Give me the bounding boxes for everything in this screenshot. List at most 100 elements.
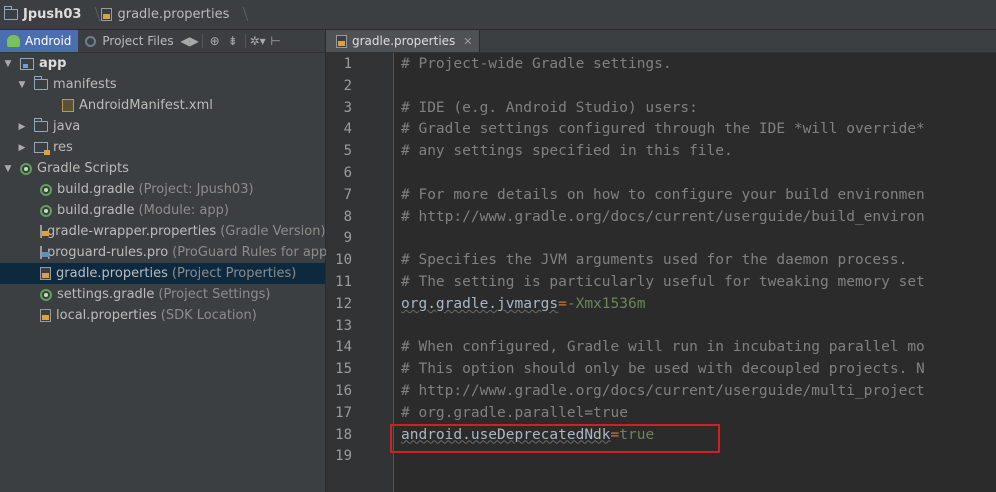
tree-item-label: Gradle Scripts [37, 161, 129, 176]
tree-item-hint: (Module: app) [138, 203, 229, 218]
folder-icon [34, 76, 48, 90]
line-number: 4 [343, 121, 352, 138]
expand-arrow-icon[interactable]: ▼ [2, 53, 14, 74]
code-line[interactable]: # any settings specified in this file. [401, 140, 733, 162]
project-panel: Android Project Files ◀▶ ⊕ ⇟ ✲▾ ⊢ ▼ app ▼ m… [0, 30, 332, 492]
line-number: 14 [335, 339, 352, 356]
line-number: 1 [343, 56, 352, 72]
tree-item-label: gradle-wrapper.properties [47, 224, 217, 239]
code-line[interactable]: # Gradle settings configured through the… [401, 118, 925, 140]
property-operator: = [610, 426, 620, 443]
tree-item[interactable]: settings.gradle (Project Settings) [0, 284, 325, 305]
breadcrumb-project[interactable]: Jpush03 [0, 0, 87, 30]
pin-icon[interactable]: ⊢ [267, 32, 285, 50]
tree-item-label: build.gradle [57, 182, 135, 197]
code-line[interactable]: # http://www.gradle.org/docs/current/use… [401, 206, 925, 228]
code-line[interactable]: # IDE (e.g. Android Studio) users: [401, 97, 698, 119]
line-number: 6 [343, 165, 352, 181]
code-line[interactable]: # Specifies the JVM arguments used for t… [401, 249, 907, 271]
tree-item-hint: (Project: Jpush03) [138, 182, 254, 197]
collapse-all-icon[interactable]: ⇟ [224, 32, 242, 50]
code-line[interactable]: # For more details on how to configure y… [401, 184, 925, 206]
tree-item-label: local.properties [56, 308, 157, 323]
code-line[interactable]: org.gradle.jvmargs=-Xmx1536m [401, 293, 645, 315]
tab-android-view[interactable]: Android [0, 30, 79, 52]
tree-item[interactable]: ▶ res [0, 137, 325, 158]
code-comment: # This option should only be used with d… [401, 361, 925, 378]
code-line[interactable]: # When configured, Gradle will run in in… [401, 336, 925, 358]
line-number: 19 [335, 448, 352, 465]
property-key: android.useDeprecatedNdk [401, 426, 611, 443]
property-key: org.gradle.jvmargs [401, 295, 559, 312]
tree-item[interactable]: proguard-rules.pro (ProGuard Rules for ap… [0, 242, 332, 263]
module-icon [20, 57, 34, 70]
line-number: 11 [335, 274, 352, 290]
code-comment: # http://www.gradle.org/docs/current/use… [401, 383, 925, 399]
toolbar-divider [201, 34, 203, 48]
breadcrumb-file-label: gradle.properties [117, 7, 230, 22]
project-panel-toolbar: Android Project Files ◀▶ ⊕ ⇟ ✲▾ ⊢ [0, 30, 325, 53]
tree-item[interactable]: ▼ Gradle Scripts [0, 158, 325, 179]
code-line[interactable]: # This option should only be used with d… [401, 358, 925, 380]
tree-item-hint: (Project Settings) [158, 287, 271, 302]
code-line[interactable]: # org.gradle.parallel=true [401, 402, 628, 424]
tab-gradle-properties[interactable]: gradle.properties ✕ [326, 30, 480, 52]
collapse-arrow-icon[interactable]: ▶ [16, 137, 28, 158]
res-icon [34, 142, 50, 155]
gradle-icon [40, 204, 52, 217]
expand-arrow-icon[interactable]: ▼ [2, 158, 14, 179]
settings-icon[interactable]: ✲▾ [249, 32, 267, 50]
code-area[interactable]: 1 2 3 4 5 6 7 8 9 10 11 12 13 14 15 16 17 18 19 # Project-… [326, 53, 996, 492]
tree-item[interactable]: AndroidManifest.xml [0, 95, 325, 116]
tab-project-files[interactable]: Project Files [78, 30, 180, 52]
code-line[interactable]: android.useDeprecatedNdk=true [401, 424, 654, 446]
line-number: 9 [343, 230, 352, 247]
code-comment: # The setting is particularly useful for… [401, 274, 925, 290]
tab-android-view-label: Android [25, 34, 72, 48]
gradle-icon [40, 183, 52, 196]
tree-item[interactable]: ▼ app [0, 53, 325, 74]
tree-item[interactable]: gradle-wrapper.properties (Gradle Version… [0, 221, 326, 242]
breadcrumb-separator [87, 0, 97, 30]
breadcrumb-project-label: Jpush03 [23, 7, 82, 22]
tree-item-hint: (Project Properties) [171, 266, 297, 281]
collapse-arrow-icon[interactable]: ▶ [16, 116, 28, 137]
tree-item[interactable]: ▼ manifests [0, 74, 325, 95]
property-value: true [619, 426, 655, 443]
gradle-icon [40, 288, 52, 301]
tree-item-label: java [53, 119, 81, 134]
code-comment: # Gradle settings configured through the… [401, 121, 925, 138]
swap-arrows-icon[interactable]: ◀▶ [180, 32, 198, 50]
code-line[interactable]: # http://www.gradle.org/docs/current/use… [401, 380, 925, 402]
breadcrumb-separator [235, 0, 245, 30]
close-icon[interactable]: ✕ [463, 35, 472, 48]
tree-item[interactable]: local.properties (SDK Location) [0, 305, 325, 326]
properties-file-icon [336, 34, 347, 48]
tree-item-hint: (ProGuard Rules for app) [172, 245, 333, 260]
project-tree: ▼ app ▼ manifests AndroidManifest.xml ▶ java ▶ r… [0, 53, 332, 326]
line-number: 18 [335, 426, 352, 443]
tree-item-label: res [53, 140, 73, 155]
breadcrumb: Jpush03 gradle.properties [0, 0, 996, 30]
editor: gradle.properties ✕ 1 2 3 4 5 6 7 8 9 10 11 12 13 14 1… [326, 30, 996, 492]
tree-item[interactable]: gradle.properties (Project Properties) [0, 263, 325, 284]
line-number: 13 [335, 317, 352, 334]
expand-arrow-icon[interactable]: ▼ [16, 74, 28, 95]
property-operator: = [558, 295, 567, 312]
tree-item-label: AndroidManifest.xml [79, 98, 213, 113]
tree-item[interactable]: build.gradle (Module: app) [0, 200, 325, 221]
breadcrumb-file[interactable]: gradle.properties [97, 0, 235, 30]
code-line[interactable]: # The setting is particularly useful for… [401, 271, 925, 293]
code-comment: # When configured, Gradle will run in in… [401, 339, 925, 356]
tree-item[interactable]: ▶ java [0, 116, 325, 137]
line-number: 5 [343, 143, 352, 160]
line-number-gutter: 1 2 3 4 5 6 7 8 9 10 11 12 13 14 15 16 17 18 19 [326, 53, 394, 492]
tree-item-label: gradle.properties [56, 266, 168, 281]
target-icon[interactable]: ⊕ [206, 32, 224, 50]
tree-item-label: proguard-rules.pro [47, 245, 169, 260]
tree-item[interactable]: build.gradle (Project: Jpush03) [0, 179, 325, 200]
code-line[interactable]: # Project-wide Gradle settings. [401, 53, 672, 75]
code-comment: # http://www.gradle.org/docs/current/use… [401, 208, 925, 225]
toolbar-divider [244, 34, 246, 48]
line-number: 16 [335, 383, 352, 399]
